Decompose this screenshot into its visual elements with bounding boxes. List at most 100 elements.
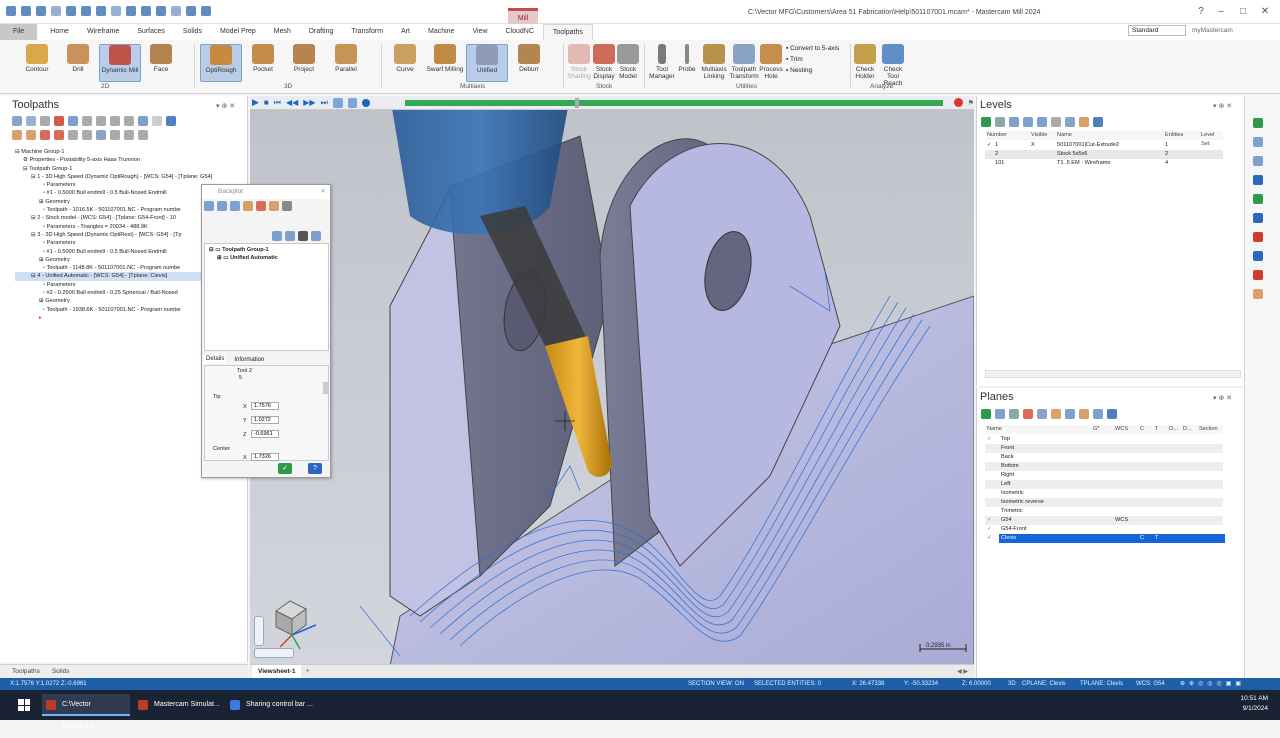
- wcs-status[interactable]: WCS: G54: [1136, 678, 1165, 690]
- help-button[interactable]: ?: [308, 463, 322, 474]
- new-icon[interactable]: [6, 6, 16, 16]
- tree-node[interactable]: ⊟ 2 - Stock model - [WCS: G54] - [Tplane…: [15, 214, 212, 222]
- open-icon[interactable]: [21, 6, 31, 16]
- tip-y-field[interactable]: [251, 416, 279, 424]
- trim-button[interactable]: ▪ Trim: [786, 54, 839, 65]
- tree-node[interactable]: ▫ Parameters: [15, 181, 212, 189]
- pocket-button[interactable]: Pocket: [248, 44, 278, 73]
- plane-row[interactable]: Trimetric: [985, 507, 1223, 516]
- undo-icon[interactable]: [126, 6, 136, 16]
- line-icon[interactable]: [1253, 251, 1263, 261]
- tab-file[interactable]: File: [0, 24, 38, 40]
- backplot-toolbar[interactable]: [204, 201, 292, 211]
- toolpath-transform-button[interactable]: Toolpath Transform: [728, 44, 760, 80]
- cplane-status[interactable]: CPLANE: Clevis: [1022, 678, 1066, 690]
- plane-row[interactable]: Front: [985, 444, 1223, 453]
- convert-to-5-axis-button[interactable]: ▪ Convert to 5-axis: [786, 43, 839, 54]
- tree-node[interactable]: ▫ Toolpath - 1938.6K - 501107001.NC - Pr…: [15, 306, 212, 314]
- multiaxis-linking-button[interactable]: Multiaxis Linking: [699, 44, 729, 80]
- system-clock[interactable]: 10:51 AM 9/1/2024: [1232, 694, 1268, 714]
- tree-node[interactable]: ▫ #1 - 0.5000 Bull endmill - 0.5 Bull-No…: [15, 248, 212, 256]
- forward-icon[interactable]: ▶▶: [303, 98, 315, 107]
- spline-icon[interactable]: [1253, 289, 1263, 299]
- plane-row[interactable]: Right: [985, 471, 1223, 480]
- tab-view[interactable]: View: [463, 24, 496, 40]
- drill-button[interactable]: Drill: [62, 44, 94, 73]
- analyze-icon[interactable]: [1253, 137, 1263, 147]
- tree-node[interactable]: ⊞ Geometry: [15, 198, 212, 206]
- panel-pin-icon[interactable]: ▾ ⊕ ✕: [216, 102, 235, 110]
- add-viewsheet-icon[interactable]: +: [305, 668, 309, 675]
- nesting-button[interactable]: ▪ Nesting: [786, 65, 839, 76]
- tree-node[interactable]: ▫ Toolpath - 1016.5K - 501107001.NC - Pr…: [15, 206, 212, 214]
- step-back-icon[interactable]: ⏮: [274, 98, 281, 108]
- tab-transform[interactable]: Transform: [342, 24, 392, 40]
- face-button[interactable]: Face: [146, 44, 176, 73]
- tab-solids[interactable]: Solids: [174, 24, 211, 40]
- tree-node[interactable]: ▫ Parameters: [15, 281, 212, 289]
- process-hole-button[interactable]: Process Hole: [758, 44, 784, 80]
- tip-z-field[interactable]: [251, 430, 279, 438]
- maximize-button[interactable]: □: [1238, 7, 1248, 17]
- redo-icon[interactable]: [141, 6, 151, 16]
- section-view-status[interactable]: SECTION VIEW: ON: [688, 678, 744, 690]
- solids-icon[interactable]: [1253, 213, 1263, 223]
- tree-node[interactable]: ⊟ 1 - 3D High Speed (Dynamic OptiRough) …: [15, 173, 212, 181]
- plane-row[interactable]: ✓ Top: [985, 435, 1223, 444]
- tree-node[interactable]: ▫ Toolpath - 1148.8K - 501107001.NC - Pr…: [15, 264, 212, 272]
- panel-pin-icon[interactable]: ▾ ⊕ ✕: [1213, 102, 1232, 110]
- bp-tree-node[interactable]: ⊞ ▭ Unified Automatic: [217, 255, 278, 261]
- dynamic-mill-button[interactable]: Dynamic Mill: [99, 44, 141, 82]
- tab-toolpaths-panel[interactable]: Toolpaths: [12, 666, 40, 678]
- tab-solids-panel[interactable]: Solids: [52, 666, 70, 678]
- tab-drafting[interactable]: Drafting: [300, 24, 343, 40]
- tab-surfaces[interactable]: Surfaces: [128, 24, 174, 40]
- options-icon[interactable]: ⚑: [968, 99, 974, 107]
- screen-icon[interactable]: [1253, 175, 1263, 185]
- curve-button[interactable]: Curve: [391, 44, 419, 73]
- level-row[interactable]: 101 T1 .5 EM - Wireframe 4: [985, 159, 1223, 168]
- copy-icon[interactable]: [96, 6, 106, 16]
- cursor-icon[interactable]: [1253, 118, 1263, 128]
- plane-row[interactable]: Isometric reverse: [985, 498, 1223, 507]
- tree-node[interactable]: ▫ Parameters: [15, 239, 212, 247]
- ok-button[interactable]: ✓: [278, 463, 292, 474]
- arc-icon[interactable]: [1253, 270, 1263, 280]
- plane-row[interactable]: ✓ G54 WCS: [985, 516, 1223, 525]
- toolpaths-toolbar[interactable]: [12, 116, 176, 126]
- stop-conditions-icon[interactable]: [953, 98, 963, 107]
- tab-mesh[interactable]: Mesh: [265, 24, 300, 40]
- panel-pin-icon[interactable]: ▾ ⊕ ✕: [1213, 394, 1232, 402]
- point-icon[interactable]: [1253, 232, 1263, 242]
- tab-model-prep[interactable]: Model Prep: [211, 24, 265, 40]
- close-button[interactable]: ✕: [1260, 7, 1270, 17]
- start-icon[interactable]: [18, 699, 30, 711]
- tab-cloudnc[interactable]: CloudNC: [497, 24, 543, 40]
- select-icon[interactable]: [156, 6, 166, 16]
- trace-icon[interactable]: [332, 97, 343, 108]
- analyze-icon[interactable]: [171, 6, 181, 16]
- paste-icon[interactable]: [111, 6, 121, 16]
- contour-button[interactable]: Contour: [20, 44, 54, 73]
- rewind-icon[interactable]: ◀◀: [286, 98, 298, 107]
- plane-row[interactable]: Isometric: [985, 489, 1223, 498]
- parallel-button[interactable]: Parallel: [330, 44, 362, 73]
- optirough-button[interactable]: OptiRough: [200, 44, 242, 82]
- layers-icon[interactable]: [1253, 156, 1263, 166]
- taskbar-item[interactable]: Mastercam Simulat...: [134, 694, 222, 716]
- minimize-button[interactable]: –: [1216, 7, 1226, 17]
- backplot-toolbar-2[interactable]: [272, 231, 321, 241]
- playback-progress[interactable]: [405, 97, 943, 108]
- tree-node-selected[interactable]: ⊟ 4 - Unified Automatic - [WCS: G54] - […: [15, 272, 213, 281]
- tree-node[interactable]: ⊞ Geometry: [15, 256, 212, 264]
- level-row[interactable]: 2 Stock 5x5x6 2: [985, 150, 1223, 159]
- levels-hscrollbar[interactable]: [985, 370, 1241, 378]
- details-scrollbar[interactable]: [323, 382, 329, 394]
- customize-icon[interactable]: [201, 6, 211, 16]
- tab-details[interactable]: Details: [204, 355, 227, 364]
- play-icon[interactable]: ▶: [252, 97, 259, 108]
- plane-row[interactable]: Back: [985, 453, 1223, 462]
- help-icon[interactable]: ?: [1196, 7, 1206, 17]
- tree-icon[interactable]: [1253, 194, 1263, 204]
- check-tool-reach-button[interactable]: Check Tool Reach: [878, 44, 908, 87]
